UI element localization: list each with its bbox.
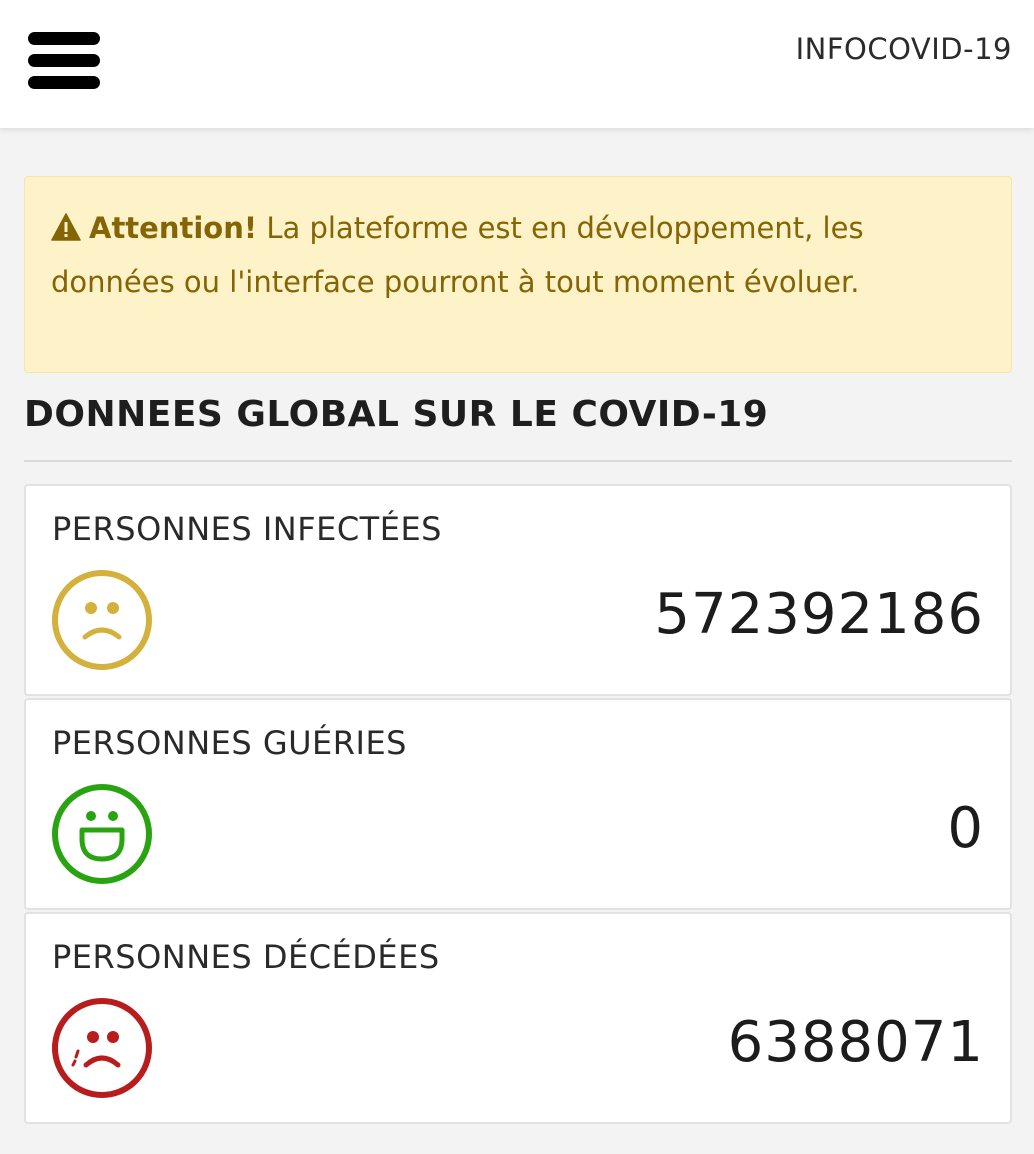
stat-card-deaths: PERSONNES DÉCÉDÉES 6388071 xyxy=(24,912,1012,1124)
stat-card-infected: PERSONNES INFECTÉES 572392186 xyxy=(24,484,1012,696)
sad-face-icon xyxy=(52,570,152,670)
section-divider xyxy=(24,460,1012,462)
stat-label: PERSONNES INFECTÉES xyxy=(52,510,442,548)
stat-card-recovered: PERSONNES GUÉRIES 0 xyxy=(24,698,1012,910)
alert-title: Attention! xyxy=(89,211,258,245)
section-title: DONNEES GLOBAL SUR LE COVID-19 xyxy=(24,394,769,435)
stat-value: 572392186 xyxy=(654,582,984,647)
development-alert: Attention! La plateforme est en développ… xyxy=(24,176,1012,373)
crying-face-icon xyxy=(52,998,152,1098)
warning-triangle-icon xyxy=(51,213,81,241)
grin-face-icon xyxy=(52,784,152,884)
stat-value: 0 xyxy=(947,796,984,861)
brand-title[interactable]: INFOCOVID-19 xyxy=(796,32,1012,66)
stat-label: PERSONNES GUÉRIES xyxy=(52,724,407,762)
top-navbar: INFOCOVID-19 xyxy=(0,0,1034,128)
hamburger-menu-icon[interactable] xyxy=(28,30,100,90)
stat-value: 6388071 xyxy=(727,1010,984,1075)
stat-label: PERSONNES DÉCÉDÉES xyxy=(52,938,440,976)
